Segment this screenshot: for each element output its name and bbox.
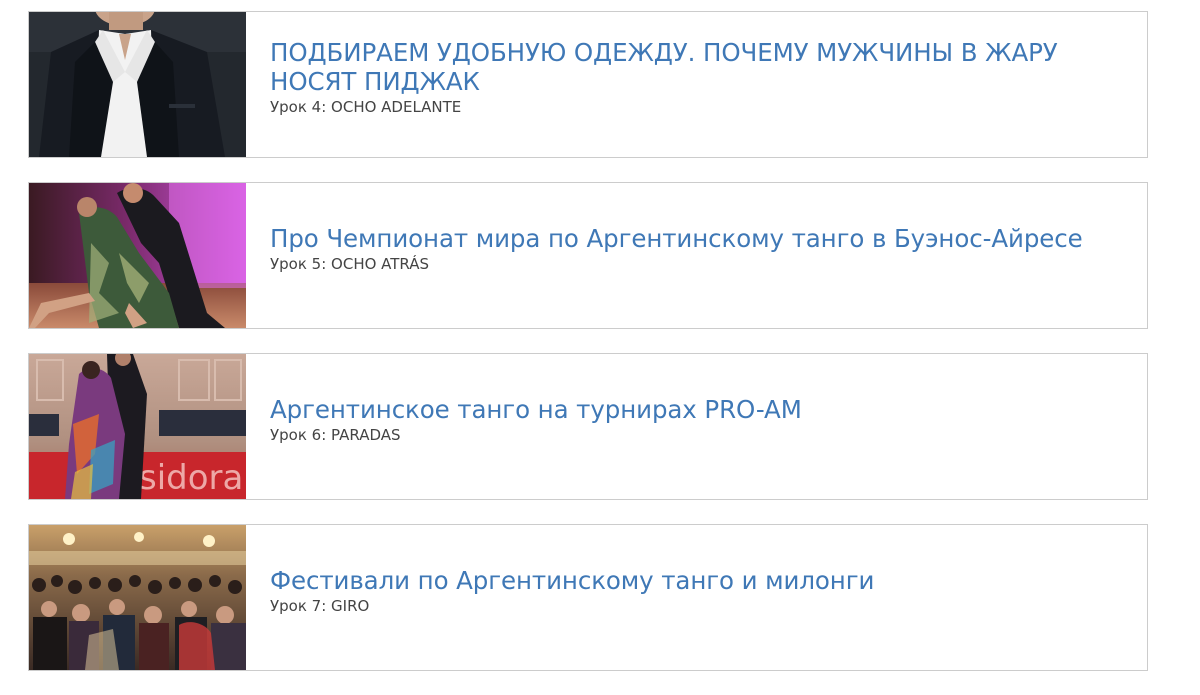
milonga-crowd-photo[interactable]	[29, 525, 246, 670]
lesson-card[interactable]: Фестивали по Аргентинскому танго и милон…	[28, 524, 1148, 671]
lesson-card[interactable]: Про Чемпионат мира по Аргентинскому танг…	[28, 182, 1148, 329]
lesson-title[interactable]: Про Чемпионат мира по Аргентинскому танг…	[270, 224, 1117, 253]
lesson-text: Про Чемпионат мира по Аргентинскому танг…	[246, 183, 1147, 328]
lesson-card[interactable]: ПОДБИРАЕМ УДОБНУЮ ОДЕЖДУ. ПОЧЕМУ МУЖЧИНЫ…	[28, 11, 1148, 158]
lesson-subtitle: Урок 4: OCHO ADELANTE	[270, 98, 462, 116]
svg-text:sidora: sidora	[139, 458, 243, 498]
lesson-title[interactable]: Аргентинское танго на турнирах PRO-AM	[270, 395, 1117, 424]
lesson-text: ПОДБИРАЕМ УДОБНУЮ ОДЕЖДУ. ПОЧЕМУ МУЖЧИНЫ…	[246, 12, 1147, 157]
lesson-title[interactable]: ПОДБИРАЕМ УДОБНУЮ ОДЕЖДУ. ПОЧЕМУ МУЖЧИНЫ…	[270, 38, 1117, 96]
tango-couple-photo[interactable]	[29, 183, 246, 328]
lesson-text: Аргентинское танго на турнирах PRO-AM Ур…	[246, 354, 1147, 499]
lesson-subtitle: Урок 7: GIRO	[270, 596, 370, 615]
lesson-list: ПОДБИРАЕМ УДОБНУЮ ОДЕЖДУ. ПОЧЕМУ МУЖЧИНЫ…	[28, 11, 1148, 695]
lesson-subtitle: Урок 6: PARADAS	[270, 425, 401, 444]
lesson-card[interactable]: sidora Аргентинское танго на турнирах PR…	[28, 353, 1148, 500]
lesson-text: Фестивали по Аргентинскому танго и милон…	[246, 525, 1147, 670]
man-in-suit-photo[interactable]	[29, 12, 246, 157]
proam-dance-photo[interactable]: sidora	[29, 354, 246, 499]
lesson-title[interactable]: Фестивали по Аргентинскому танго и милон…	[270, 566, 1117, 595]
lesson-subtitle: Урок 5: OCHO ATRÁS	[270, 254, 430, 273]
